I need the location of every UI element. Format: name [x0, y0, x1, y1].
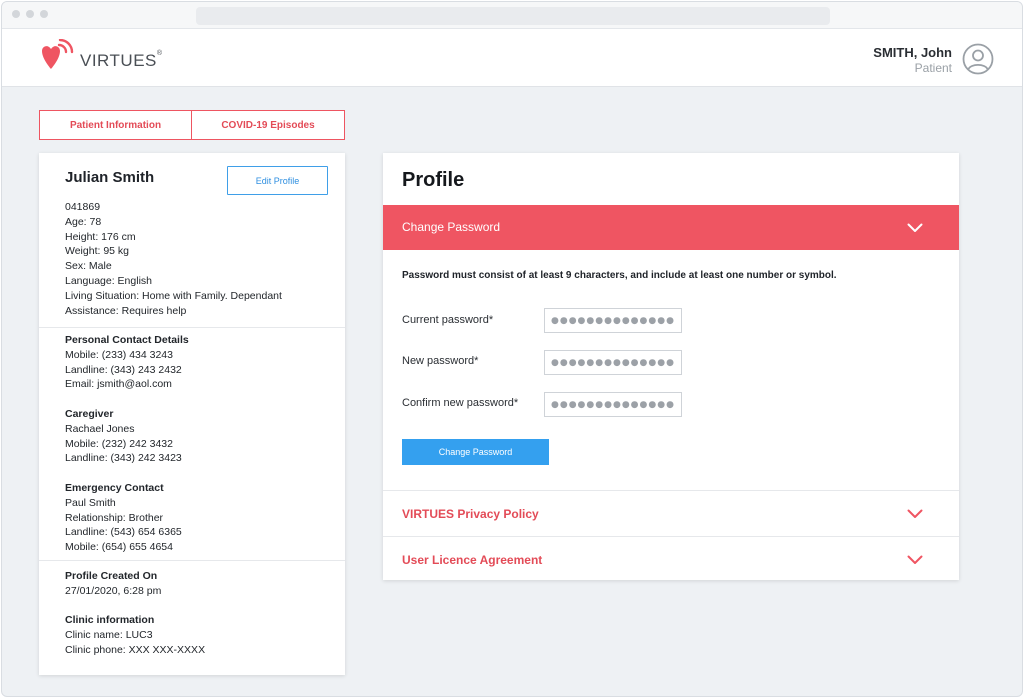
window-dot-minimize[interactable]	[26, 10, 34, 18]
patient-name: Julian Smith	[65, 169, 155, 186]
user-role: Patient	[914, 61, 952, 75]
created-timestamp: 27/01/2020, 6:28 pm	[65, 584, 162, 597]
patient-basic-info: 041869 Age: 78 Height: 176 cm Weight: 95…	[65, 200, 282, 318]
section-heading: Personal Contact Details	[65, 334, 189, 346]
change-password-button[interactable]: Change Password	[402, 439, 549, 465]
caregiver-landline: Landline: (343) 242 3423	[65, 452, 182, 465]
chevron-down-icon[interactable]	[907, 555, 923, 565]
patient-language: Language: English	[65, 274, 152, 287]
patient-id: 041869	[65, 201, 101, 213]
personal-contact-details: Personal Contact Details Mobile: (233) 4…	[65, 333, 189, 392]
confirm-password-label: Confirm new password*	[402, 397, 519, 409]
section-heading: Clinic information	[65, 614, 155, 626]
edit-profile-button[interactable]: Edit Profile	[227, 166, 328, 195]
new-password-label: New password*	[402, 355, 479, 367]
patient-sex: Sex: Male	[65, 260, 112, 273]
app-header: VIRTUES® SMITH, John Patient	[2, 29, 1022, 87]
current-password-input[interactable]	[544, 308, 682, 333]
window-dot-maximize[interactable]	[40, 10, 48, 18]
patient-height: Height: 176 cm	[65, 230, 136, 243]
clinic-phone: Clinic phone: XXX XXX-XXXX	[65, 643, 206, 656]
accordion-label: User Licence Agreement	[402, 553, 543, 567]
tab-covid-episodes[interactable]: COVID-19 Episodes	[192, 110, 345, 140]
profile-created-on: Profile Created On 27/01/2020, 6:28 pm	[65, 569, 161, 599]
password-rule-text: Password must consist of at least 9 char…	[402, 270, 837, 281]
patient-living-situation: Living Situation: Home with Family. Depe…	[65, 289, 282, 302]
change-password-accordion-header[interactable]: Change Password	[383, 205, 959, 250]
heart-signal-icon	[42, 39, 74, 69]
user-circle-icon[interactable]	[962, 43, 994, 75]
emergency-contact-details: Emergency Contact Paul Smith Relationshi…	[65, 481, 182, 555]
address-bar[interactable]	[196, 7, 830, 25]
divider	[39, 327, 345, 328]
current-password-label: Current password*	[402, 314, 494, 326]
patient-weight: Weight: 95 kg	[65, 245, 130, 258]
contact-email: Email: jsmith@aol.com	[65, 378, 172, 391]
patient-assistance: Assistance: Requires help	[65, 304, 187, 317]
clinic-name: Clinic name: LUC3	[65, 628, 153, 641]
emergency-landline: Landline: (543) 654 6365	[65, 526, 182, 539]
page-tabs: Patient Information COVID-19 Episodes	[39, 110, 345, 140]
accordion-label: Change Password	[402, 220, 501, 234]
contact-landline: Landline: (343) 243 2432	[65, 363, 182, 376]
patient-card: Julian Smith Edit Profile 041869 Age: 78…	[39, 153, 345, 675]
user-name: SMITH, John	[873, 45, 952, 60]
browser-window: VIRTUES® SMITH, John Patient Patient Inf…	[1, 1, 1023, 697]
section-heading: Profile Created On	[65, 570, 158, 582]
section-heading: Emergency Contact	[65, 482, 164, 494]
emergency-name: Paul Smith	[65, 496, 116, 509]
patient-age: Age: 78	[65, 215, 102, 228]
accordion-label: VIRTUES Privacy Policy	[402, 507, 539, 521]
profile-card: Profile Change Password Password must co…	[383, 153, 959, 580]
caregiver-mobile: Mobile: (232) 242 3432	[65, 437, 173, 450]
page-title: Profile	[402, 169, 465, 191]
caregiver-details: Caregiver Rachael Jones Mobile: (232) 24…	[65, 407, 182, 466]
clinic-information: Clinic information Clinic name: LUC3 Cli…	[65, 613, 205, 657]
privacy-policy-accordion[interactable]: VIRTUES Privacy Policy	[383, 490, 959, 536]
chevron-down-icon[interactable]	[907, 223, 923, 233]
new-password-input[interactable]	[544, 350, 682, 375]
browser-chrome	[2, 2, 1022, 29]
window-dot-close[interactable]	[12, 10, 20, 18]
user-licence-accordion[interactable]: User Licence Agreement	[383, 536, 959, 582]
chevron-down-icon[interactable]	[907, 509, 923, 519]
section-heading: Caregiver	[65, 408, 114, 420]
tab-patient-information[interactable]: Patient Information	[39, 110, 192, 140]
contact-mobile: Mobile: (233) 434 3243	[65, 348, 173, 361]
brand-logo-text: VIRTUES®	[80, 50, 163, 70]
emergency-relationship: Relationship: Brother	[65, 511, 164, 524]
confirm-password-input[interactable]	[544, 392, 682, 417]
divider	[39, 560, 345, 561]
caregiver-name: Rachael Jones	[65, 422, 135, 435]
emergency-mobile: Mobile: (654) 655 4654	[65, 541, 173, 554]
